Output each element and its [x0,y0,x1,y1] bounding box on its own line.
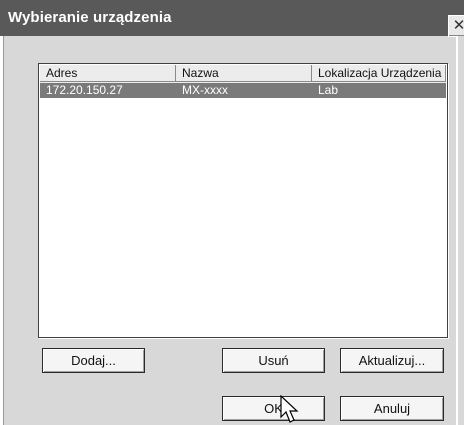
window-title: Wybieranie urządzenia [8,9,172,26]
column-header-name[interactable]: Nazwa [176,65,312,82]
table-row[interactable]: 172.20.150.27 MX-xxxx Lab [40,83,446,98]
close-icon: ✕ [452,17,464,34]
window-right-border [456,36,464,425]
device-list[interactable]: Adres Nazwa Lokalizacja Urządzenia 172.2… [38,63,448,338]
close-button[interactable]: ✕ [448,15,464,37]
cancel-button[interactable]: Anuluj [340,396,444,421]
column-header-address[interactable]: Adres [40,65,176,82]
arrow-cursor-icon [280,395,299,423]
cell-location: Lab [318,83,339,97]
cell-name: MX-xxxx [182,83,228,97]
cell-address: 172.20.150.27 [46,83,123,97]
remove-button[interactable]: Usuń [222,348,325,373]
refresh-button[interactable]: Aktualizuj... [340,348,444,373]
ok-button[interactable]: OK [222,396,325,421]
column-header-location[interactable]: Lokalizacja Urządzenia [312,65,446,82]
window-left-border [0,36,4,425]
add-button[interactable]: Dodaj... [42,348,145,373]
title-bar[interactable]: Wybieranie urządzenia ✕ [0,0,464,37]
device-selection-dialog: Wybieranie urządzenia ✕ Adres Nazwa Loka… [0,0,464,425]
list-header: Adres Nazwa Lokalizacja Urządzenia [40,65,446,83]
